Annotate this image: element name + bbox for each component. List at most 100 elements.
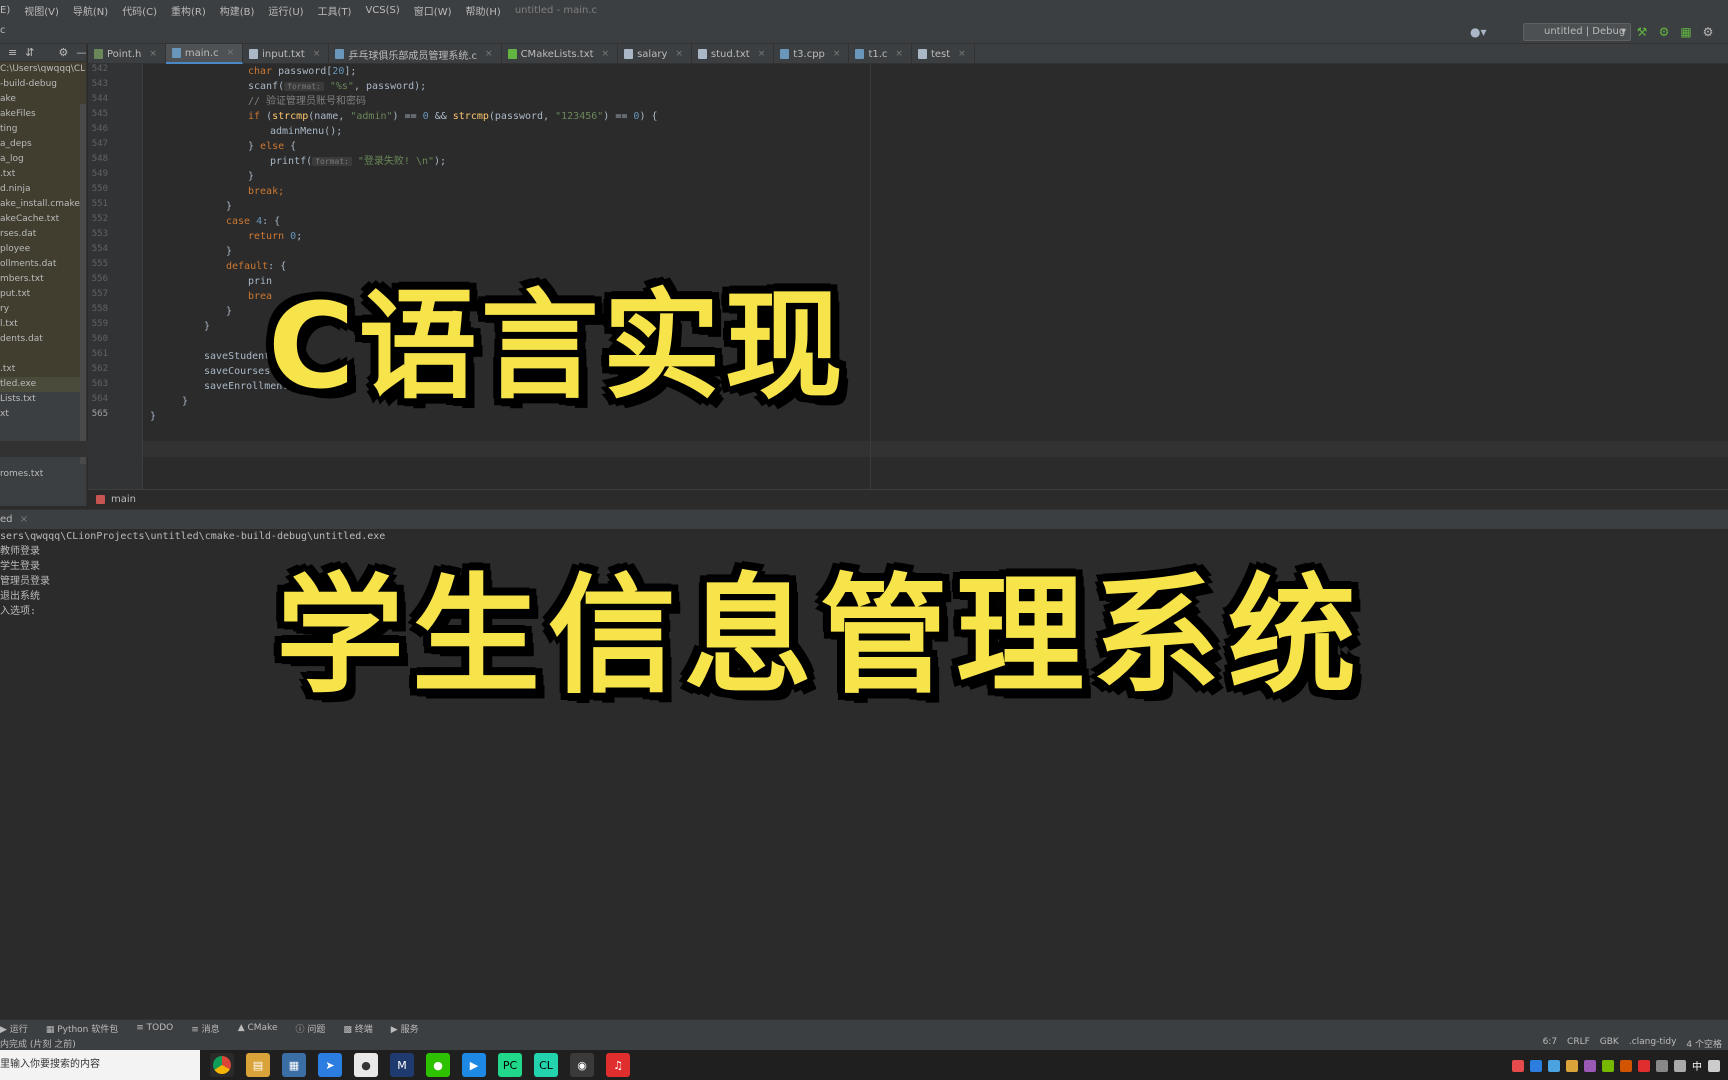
tree-item[interactable]: akeFiles bbox=[0, 107, 86, 122]
tree-item[interactable]: a_deps bbox=[0, 137, 86, 152]
status-indent[interactable]: 4 个空格 bbox=[1686, 1037, 1722, 1050]
tree-item[interactable]: Lists.txt bbox=[0, 392, 86, 407]
menu-refactor[interactable]: 重构(R) bbox=[171, 3, 206, 18]
project-scrollbar[interactable] bbox=[80, 104, 86, 464]
tree-item[interactable] bbox=[0, 347, 86, 362]
sort-icon[interactable]: ⇵ bbox=[25, 46, 34, 59]
editor-tab[interactable]: salary × bbox=[618, 44, 692, 64]
close-icon[interactable]: × bbox=[227, 48, 235, 58]
close-icon[interactable]: × bbox=[602, 49, 610, 59]
app-blue-icon[interactable]: ▶ bbox=[462, 1053, 486, 1077]
tool-terminal[interactable]: ▩ 终端 bbox=[343, 1022, 372, 1035]
tree-item[interactable]: mbers.txt bbox=[0, 272, 86, 287]
clion-icon[interactable]: CL bbox=[534, 1053, 558, 1077]
settings-icon[interactable]: ⚙ bbox=[1701, 25, 1715, 39]
close-icon[interactable]: × bbox=[149, 49, 157, 59]
editor-tab[interactable]: CMakeLists.txt × bbox=[502, 44, 619, 64]
tool-cmake[interactable]: ▲ CMake bbox=[238, 1023, 278, 1033]
nvidia-icon[interactable] bbox=[1602, 1059, 1614, 1072]
editor-tab[interactable]: t3.cpp × bbox=[774, 44, 850, 64]
tree-item[interactable]: akeCache.txt bbox=[0, 212, 86, 227]
tray-icon[interactable] bbox=[1566, 1059, 1578, 1072]
status-encoding[interactable]: GBK bbox=[1600, 1037, 1619, 1050]
breadcrumb[interactable]: main bbox=[88, 489, 1728, 509]
build-icon[interactable]: ⚒ bbox=[1635, 25, 1649, 39]
close-icon[interactable]: × bbox=[833, 49, 841, 59]
gear-icon[interactable]: ⚙ bbox=[58, 46, 68, 59]
netease-music-icon[interactable]: ♫ bbox=[606, 1053, 630, 1077]
menu-build[interactable]: 构建(B) bbox=[220, 3, 255, 18]
pycharm-icon[interactable]: PC bbox=[498, 1053, 522, 1077]
obs-icon[interactable]: ◉ bbox=[570, 1053, 594, 1077]
store-icon[interactable]: ▦ bbox=[282, 1053, 306, 1077]
close-icon[interactable]: × bbox=[675, 49, 683, 59]
minimize-icon[interactable]: — bbox=[76, 46, 86, 59]
close-icon[interactable]: × bbox=[313, 49, 321, 59]
tree-item[interactable]: ry bbox=[0, 302, 86, 317]
status-line-separator[interactable]: CRLF bbox=[1567, 1037, 1590, 1050]
bluetooth-icon[interactable] bbox=[1530, 1059, 1542, 1072]
tree-item[interactable]: ake_install.cmake bbox=[0, 197, 86, 212]
tree-item[interactable]: d.ninja bbox=[0, 182, 86, 197]
tray-icon[interactable] bbox=[1548, 1059, 1560, 1072]
feishu-icon[interactable]: ➤ bbox=[318, 1053, 342, 1077]
status-position[interactable]: 6:7 bbox=[1543, 1037, 1557, 1050]
tree-item[interactable]: .txt bbox=[0, 167, 86, 182]
wifi-icon[interactable] bbox=[1656, 1059, 1668, 1072]
close-icon[interactable]: × bbox=[485, 49, 493, 59]
collapse-icon[interactable]: ≡ bbox=[8, 46, 17, 59]
tree-item[interactable]: .txt bbox=[0, 362, 86, 377]
menu-help[interactable]: 帮助(H) bbox=[466, 3, 501, 18]
menu-code[interactable]: 代码(C) bbox=[122, 3, 157, 18]
close-icon[interactable]: × bbox=[20, 514, 28, 525]
close-icon[interactable]: × bbox=[758, 49, 766, 59]
editor-tab[interactable]: test × bbox=[912, 44, 975, 64]
tree-item[interactable]: ake bbox=[0, 92, 86, 107]
status-clang-tidy[interactable]: .clang-tidy bbox=[1629, 1037, 1677, 1050]
menu-navigate[interactable]: 导航(N) bbox=[73, 3, 108, 18]
run-tab[interactable]: ed bbox=[0, 514, 13, 525]
user-icon[interactable]: ●▾ bbox=[1470, 25, 1487, 39]
tree-item[interactable]: rses.dat bbox=[0, 227, 86, 242]
run-config-select[interactable]: untitled | Debug ▾ bbox=[1523, 23, 1631, 41]
menu-view[interactable]: 视图(V) bbox=[24, 3, 59, 18]
editor-tab[interactable]: main.c × bbox=[165, 44, 244, 64]
tree-item[interactable]: ting bbox=[0, 122, 86, 137]
tree-item[interactable]: ollments.dat bbox=[0, 257, 86, 272]
tray-icon[interactable] bbox=[1620, 1059, 1632, 1072]
debug-icon[interactable]: ⚙ bbox=[1657, 25, 1671, 39]
tree-item[interactable]: a_log bbox=[0, 152, 86, 167]
menu-run[interactable]: 运行(U) bbox=[268, 3, 303, 18]
app-icon[interactable]: ● bbox=[354, 1053, 378, 1077]
tree-item[interactable]: put.txt bbox=[0, 287, 86, 302]
tree-item[interactable]: -build-debug bbox=[0, 77, 86, 92]
tree-item[interactable]: romes.txt bbox=[0, 467, 86, 482]
menu-vcs[interactable]: VCS(S) bbox=[365, 5, 399, 16]
wechat-icon[interactable]: ● bbox=[426, 1053, 450, 1077]
close-icon[interactable]: × bbox=[958, 49, 966, 59]
tray-icon[interactable] bbox=[1638, 1059, 1650, 1072]
editor-tab[interactable]: 乒乓球俱乐部成员管理系统.c × bbox=[329, 44, 502, 64]
editor-tab[interactable]: stud.txt × bbox=[692, 44, 775, 64]
taskbar-search[interactable]: 里输入你要搜索的内容 bbox=[0, 1050, 200, 1080]
tree-item[interactable]: l.txt bbox=[0, 317, 86, 332]
tool-python-packages[interactable]: ▦ Python 软件包 bbox=[46, 1022, 118, 1035]
tree-item[interactable]: dents.dat bbox=[0, 332, 86, 347]
volume-icon[interactable] bbox=[1674, 1059, 1686, 1072]
menu-edit[interactable]: E) bbox=[0, 5, 10, 16]
tray-icon[interactable] bbox=[1512, 1059, 1524, 1072]
tree-item[interactable]: tled.exe bbox=[0, 377, 86, 392]
editor-tab[interactable]: t1.c × bbox=[849, 44, 912, 64]
nav-project[interactable]: c bbox=[0, 25, 6, 36]
tool-todo[interactable]: ≡ TODO bbox=[136, 1023, 173, 1033]
close-icon[interactable]: × bbox=[895, 49, 903, 59]
keyboard-icon[interactable] bbox=[1708, 1059, 1720, 1072]
tool-messages[interactable]: ≡ 消息 bbox=[191, 1022, 219, 1035]
tree-item[interactable] bbox=[0, 422, 86, 437]
editor-app-icon[interactable]: M bbox=[390, 1053, 414, 1077]
coverage-icon[interactable]: ▦ bbox=[1679, 25, 1693, 39]
editor-tab[interactable]: Point.h × bbox=[88, 44, 166, 64]
editor-tab[interactable]: input.txt × bbox=[243, 44, 330, 64]
tree-item[interactable]: ployee bbox=[0, 242, 86, 257]
tool-services[interactable]: ▶ 服务 bbox=[391, 1022, 419, 1035]
